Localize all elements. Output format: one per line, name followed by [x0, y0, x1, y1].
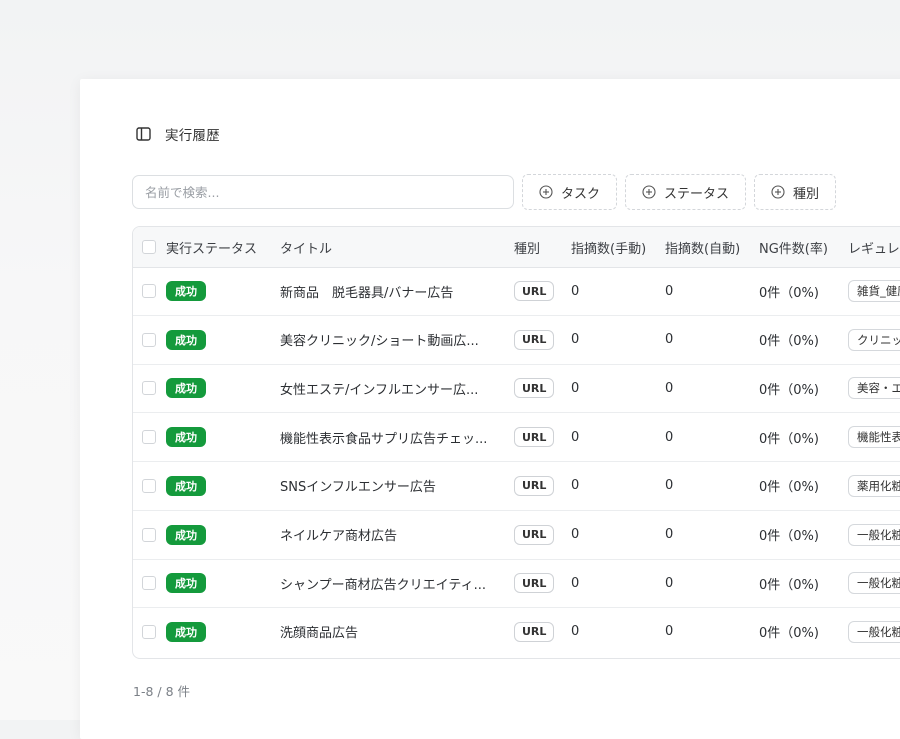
select-all-checkbox[interactable]: [142, 240, 156, 254]
regulation-badge: 雑貨_健康: [848, 280, 900, 302]
row-title[interactable]: 機能性表示食品サプリ広告チェッ...: [280, 413, 487, 461]
column-header-status[interactable]: 実行ステータス: [166, 227, 257, 267]
ng-count: 0件（0%): [759, 529, 819, 544]
table-row[interactable]: 成功 ネイルケア商材広告 URL 0 0 0件（0%) 一般化粧: [133, 511, 900, 560]
status-badge: 成功: [166, 621, 206, 642]
manual-count: 0: [571, 527, 580, 542]
ng-count: 0件（0%): [759, 285, 819, 301]
row-checkbox[interactable]: [142, 284, 156, 298]
status-badge: 成功: [166, 524, 206, 545]
search-input[interactable]: [132, 175, 514, 209]
row-checkbox[interactable]: [142, 430, 156, 445]
status-badge: 成功: [166, 329, 206, 350]
manual-count: 0: [571, 478, 580, 494]
column-header-auto-count[interactable]: 指摘数(自動): [665, 227, 740, 267]
regulation-badge: 一般化粧: [848, 572, 900, 595]
row-title[interactable]: 女性エステ/インフルエンサー広...: [280, 364, 478, 412]
regulation-badge: 美容・エ: [848, 377, 900, 400]
row-checkbox[interactable]: [142, 576, 156, 591]
row-title[interactable]: 新商品 脱毛器具/バナー広告: [280, 267, 453, 315]
sidebar-toggle-icon[interactable]: [135, 126, 151, 142]
ng-count: 0件（0%): [759, 334, 819, 350]
manual-count: 0: [571, 332, 580, 348]
manual-count: 0: [571, 575, 580, 591]
column-header-title[interactable]: タイトル: [280, 227, 332, 267]
plus-circle-icon: [642, 185, 656, 199]
page-header: 実行履歴: [135, 124, 220, 144]
type-badge: URL: [514, 573, 555, 594]
column-header-regulation[interactable]: レギュレ: [848, 227, 900, 267]
auto-count: 0: [665, 624, 674, 640]
type-badge: URL: [514, 378, 555, 399]
ng-count: 0件（0%): [759, 431, 819, 447]
auto-count: 0: [665, 478, 674, 494]
table-header-row: 実行ステータス タイトル 種別 指摘数(手動) 指摘数(自動) NG件数(率) …: [133, 227, 900, 268]
row-title[interactable]: ネイルケア商材広告: [280, 511, 397, 559]
row-title[interactable]: 美容クリニック/ショート動画広...: [280, 316, 479, 364]
plus-circle-icon: [539, 185, 553, 199]
regulation-badge: 機能性表: [848, 426, 900, 449]
table-row[interactable]: 成功 新商品 脱毛器具/バナー広告 URL 0 0 0件（0%) 雑貨_健康: [133, 267, 900, 316]
ng-count: 0件（0%): [759, 382, 819, 398]
status-badge: 成功: [166, 475, 206, 496]
status-badge: 成功: [166, 378, 206, 399]
regulation-badge: 一般化粧: [848, 523, 900, 546]
type-badge: URL: [514, 621, 555, 642]
auto-count: 0: [665, 575, 674, 591]
filter-label: 種別: [793, 186, 820, 202]
row-title[interactable]: 洗顔商品広告: [280, 608, 358, 656]
page-title: 実行履歴: [165, 128, 220, 144]
manual-count: 0: [571, 429, 580, 445]
type-badge: URL: [514, 475, 555, 496]
auto-count: 0: [665, 429, 674, 445]
table-row[interactable]: 成功 美容クリニック/ショート動画広... URL 0 0 0件（0%) クリニ…: [133, 316, 900, 365]
regulation-badge: クリニック: [848, 328, 900, 351]
toolbar: タスク ステータス 種別: [132, 174, 837, 210]
ng-count: 0件（0%): [759, 626, 819, 642]
row-checkbox[interactable]: [142, 527, 156, 542]
status-badge: 成功: [166, 573, 206, 594]
filter-label: ステータス: [664, 186, 730, 202]
table-row[interactable]: 成功 シャンプー商材広告クリエイティ... URL 0 0 0件（0%) 一般化…: [133, 559, 900, 609]
manual-count: 0: [571, 624, 580, 640]
row-title[interactable]: シャンプー商材広告クリエイティ...: [280, 559, 486, 607]
type-badge: URL: [514, 329, 555, 350]
manual-count: 0: [571, 380, 580, 396]
filter-label: タスク: [561, 186, 601, 202]
plus-circle-icon: [771, 185, 785, 199]
regulation-badge: 一般化粧: [848, 620, 900, 643]
row-checkbox[interactable]: [142, 478, 156, 493]
row-title[interactable]: SNSインフルエンサー広告: [280, 462, 436, 510]
auto-count: 0: [665, 332, 674, 348]
column-header-manual-count[interactable]: 指摘数(手動): [571, 227, 646, 267]
table-row[interactable]: 成功 女性エステ/インフルエンサー広... URL 0 0 0件（0%) 美容・…: [133, 364, 900, 414]
table-row[interactable]: 成功 SNSインフルエンサー広告 URL 0 0 0件（0%) 薬用化粧: [133, 462, 900, 511]
column-header-ng-count[interactable]: NG件数(率): [759, 227, 828, 267]
column-header-type[interactable]: 種別: [514, 227, 540, 267]
row-checkbox[interactable]: [142, 381, 156, 396]
auto-count: 0: [665, 283, 674, 299]
status-badge: 成功: [166, 427, 206, 448]
row-checkbox[interactable]: [142, 332, 156, 347]
regulation-badge: 薬用化粧: [848, 474, 900, 497]
type-badge: URL: [514, 281, 555, 301]
pagination-summary: 1-8 / 8 件: [133, 684, 191, 699]
type-filter-button[interactable]: 種別: [754, 174, 837, 210]
ng-count: 0件（0%): [759, 577, 819, 593]
auto-count: 0: [665, 380, 674, 396]
table-row[interactable]: 成功 洗顔商品広告 URL 0 0 0件（0%) 一般化粧: [133, 608, 900, 656]
status-badge: 成功: [166, 281, 206, 301]
ng-count: 0件（0%): [759, 480, 819, 496]
type-badge: URL: [514, 524, 555, 545]
table-row[interactable]: 成功 機能性表示食品サプリ広告チェッ... URL 0 0 0件（0%) 機能性…: [133, 413, 900, 463]
history-table: 実行ステータス タイトル 種別 指摘数(手動) 指摘数(自動) NG件数(率) …: [132, 226, 900, 659]
type-badge: URL: [514, 427, 555, 448]
task-filter-button[interactable]: タスク: [522, 174, 618, 210]
manual-count: 0: [571, 283, 580, 299]
auto-count: 0: [665, 527, 674, 542]
row-checkbox[interactable]: [142, 624, 156, 639]
status-filter-button[interactable]: ステータス: [625, 174, 747, 210]
